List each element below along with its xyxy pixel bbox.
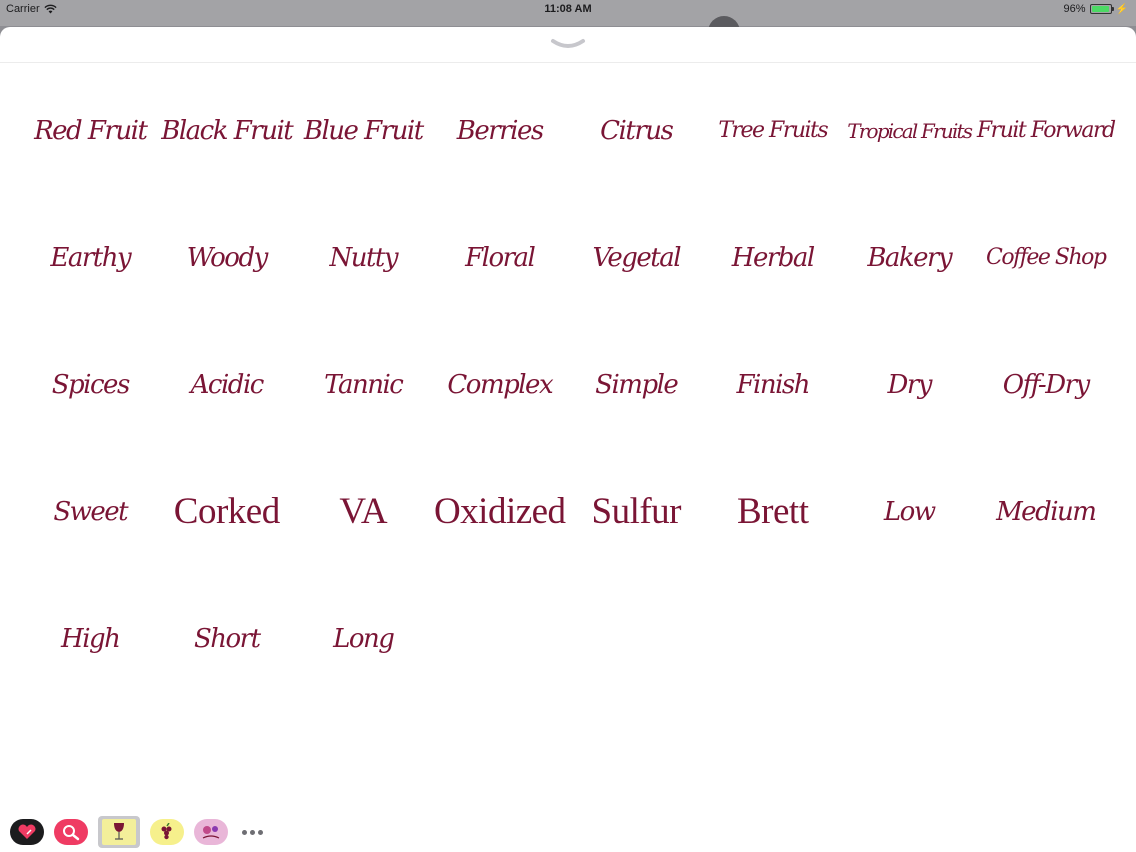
sticker-item[interactable]: Acidic [159,321,296,448]
status-right: 96% ⚡ [1064,3,1128,15]
app-drawer-tray [0,812,1136,852]
charging-bolt-icon: ⚡ [1115,3,1128,15]
battery-fill [1091,6,1109,12]
more-dot [258,829,263,835]
sticker-item[interactable]: Coffee Shop [978,194,1115,321]
heart-sticker-app-icon[interactable] [10,819,44,845]
sticker-item[interactable]: Dry [841,321,978,448]
sticker-item[interactable]: Vegetal [568,194,705,321]
sticker-item[interactable]: Floral [432,194,569,321]
floral-sticker-app-icon[interactable] [194,819,228,845]
sticker-item[interactable]: Off-Dry [978,321,1115,448]
grapes-app-icon[interactable] [150,819,184,845]
more-dot [250,829,255,835]
sticker-item[interactable]: Short [159,575,296,702]
more-dot [242,829,247,835]
sticker-item[interactable]: Tropical Fruits [841,67,978,194]
sticker-item[interactable]: Black Fruit [159,67,296,194]
tray-app-button[interactable] [98,816,140,848]
sticker-item[interactable]: Complex [432,321,569,448]
sticker-item[interactable]: Nutty [295,194,432,321]
sticker-item[interactable]: High [22,575,159,702]
sticker-item[interactable]: Tree Fruits [705,67,842,194]
sticker-item[interactable]: Berries [432,67,569,194]
sticker-item[interactable]: Brett [705,448,842,575]
header-divider [0,62,1136,63]
sticker-item[interactable]: Simple [568,321,705,448]
sticker-item[interactable]: Long [295,575,432,702]
battery-nub [1111,7,1114,11]
sticker-grid: Red Fruit Black Fruit Blue Fruit Berries Cit… [22,67,1116,702]
sticker-item[interactable]: Oxidized [432,448,569,575]
sticker-item[interactable]: Corked [159,448,296,575]
sticker-item[interactable]: Medium [978,448,1115,575]
sticker-item[interactable]: Low [841,448,978,575]
sticker-item[interactable]: Sweet [22,448,159,575]
battery-icon [1089,4,1114,14]
sticker-item[interactable]: Tannic [295,321,432,448]
sticker-item[interactable]: Woody [159,194,296,321]
more-apps-icon[interactable] [238,829,263,835]
wine-glass-app-icon [102,819,136,845]
status-bar: Carrier 11:08 AM 96% ⚡ [0,0,1136,26]
sticker-item[interactable]: Citrus [568,67,705,194]
magnifier-app-icon[interactable] [54,819,88,845]
sticker-item[interactable]: Finish [705,321,842,448]
sticker-item[interactable]: Fruit Forward [977,67,1116,194]
sticker-item[interactable]: Earthy [22,194,159,321]
sticker-item[interactable]: Sulfur [568,448,705,575]
battery-percent: 96% [1063,3,1086,15]
sticker-item[interactable]: Red Fruit [22,67,159,194]
status-time: 11:08 AM [544,3,592,15]
sticker-item[interactable]: Spices [22,321,159,448]
sticker-sheet: Red Fruit Black Fruit Blue Fruit Berries Cit… [0,27,1136,852]
sticker-item[interactable]: Bakery [841,194,978,321]
sticker-item[interactable]: Herbal [705,194,842,321]
sticker-item[interactable]: Blue Fruit [295,67,432,194]
collapse-chevron-icon[interactable] [550,37,586,51]
sticker-item[interactable]: VA [295,448,432,575]
